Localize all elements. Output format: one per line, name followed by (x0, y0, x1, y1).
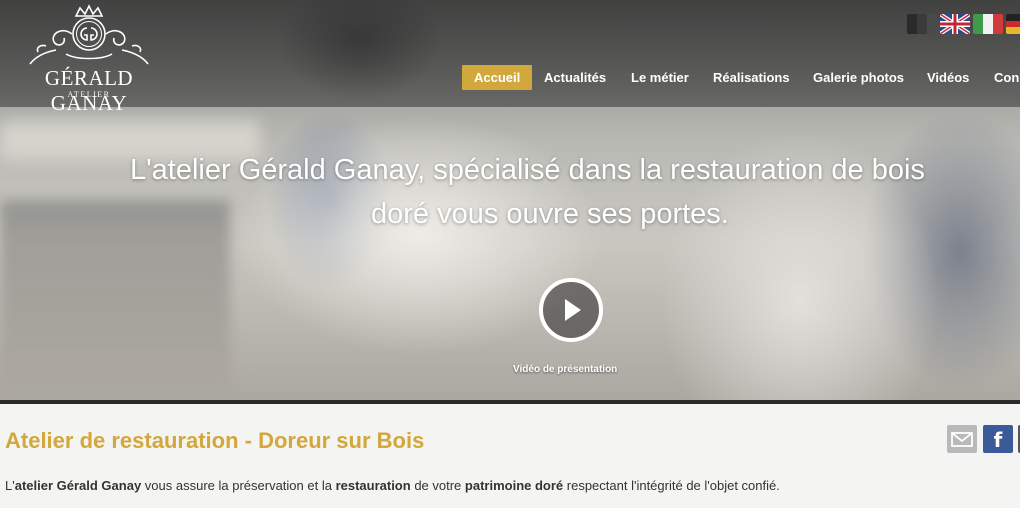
play-video-button[interactable] (539, 278, 603, 342)
flag-french-icon[interactable] (907, 14, 937, 34)
site-logo[interactable]: GÉRALD GANAY ATELIER (4, 4, 174, 115)
page-title: Atelier de restauration - Doreur sur Boi… (5, 428, 425, 453)
envelope-icon (951, 432, 973, 447)
nav-item-accueil[interactable]: Accueil (462, 65, 533, 90)
hero-banner: GÉRALD GANAY ATELIER Accueil Actualités … (0, 0, 1020, 404)
hero-background-bench (0, 200, 230, 390)
hero-divider (0, 400, 1020, 404)
intro-paragraph: L'atelier Gérald Ganay vous assure la pr… (5, 478, 780, 493)
brand-subtitle: ATELIER (67, 90, 111, 99)
site-header: GÉRALD GANAY ATELIER Accueil Actualités … (0, 0, 1020, 115)
nav-item-galerie-photos[interactable]: Galerie photos (813, 65, 904, 90)
hero-headline-line2: doré vous ouvre ses portes. (371, 198, 729, 230)
flag-german-icon[interactable] (1006, 14, 1020, 34)
hero-headline-line1: L'atelier Gérald Ganay, spécialisé dans … (130, 154, 925, 186)
nav-item-contact[interactable]: Con (994, 65, 1019, 90)
gg-monogram-crest-icon (29, 4, 149, 65)
nav-item-realisations[interactable]: Réalisations (713, 65, 790, 90)
video-label[interactable]: Vidéo de présentation (513, 364, 617, 375)
play-circle-icon (565, 299, 581, 321)
nav-item-videos[interactable]: Vidéos (927, 65, 969, 90)
nav-item-actualites[interactable]: Actualités (544, 65, 606, 90)
flag-italian-icon[interactable] (973, 14, 1003, 34)
share-email-button[interactable] (947, 425, 977, 453)
facebook-icon[interactable]: f (983, 425, 1013, 453)
nav-item-le-metier[interactable]: Le métier (631, 65, 689, 90)
flag-english-icon[interactable] (940, 14, 970, 34)
